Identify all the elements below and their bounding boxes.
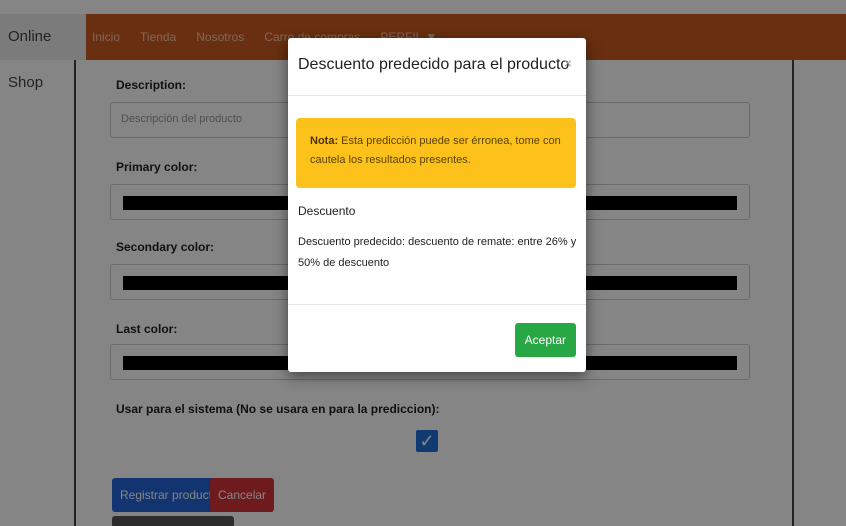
result-title: Descuento bbox=[298, 204, 356, 218]
alert-bold-label: Nota: bbox=[310, 135, 339, 147]
alert-text: Esta predicción puede ser érronea, tome … bbox=[310, 135, 561, 166]
result-text: Descuento predecido: descuento de remate… bbox=[298, 236, 577, 269]
close-icon[interactable]: × bbox=[564, 55, 572, 71]
discount-modal: Descuento predecido para el producto × N… bbox=[288, 38, 586, 372]
accept-button[interactable]: Aceptar bbox=[514, 323, 576, 357]
warning-alert: Nota: Esta predicción puede ser érronea,… bbox=[296, 118, 576, 188]
modal-footer: Aceptar bbox=[288, 304, 586, 372]
modal-body: Nota: Esta predicción puede ser érronea,… bbox=[288, 96, 586, 304]
modal-header: Descuento predecido para el producto × bbox=[288, 38, 586, 96]
modal-title: Descuento predecido para el producto bbox=[298, 56, 570, 73]
